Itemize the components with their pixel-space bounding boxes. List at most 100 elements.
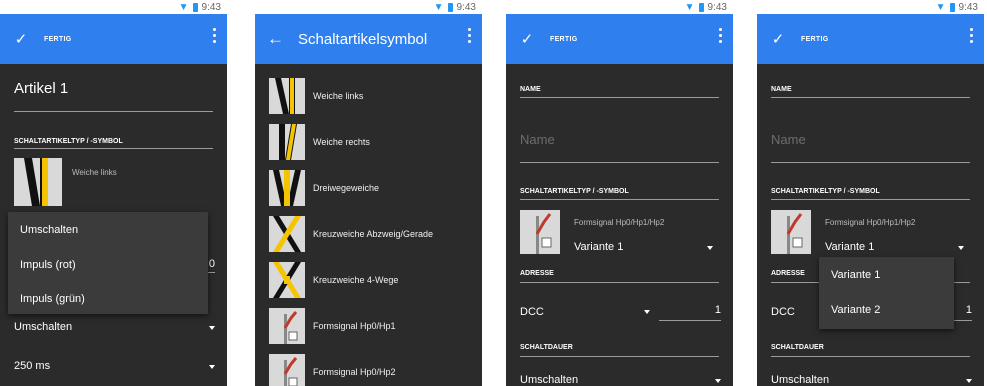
crossing-turnout-icon <box>269 216 305 252</box>
chevron-down-icon <box>966 379 972 383</box>
section-label-type-symbol: SCHALTARTIKELTYP / -SYMBOL <box>14 138 123 145</box>
address-underline <box>659 320 721 321</box>
done-check-icon[interactable]: ✓ <box>10 30 32 48</box>
address-label: ADRESSE <box>771 270 805 277</box>
symbol-label: Formsignal Hp0/Hp1/Hp2 <box>825 218 916 227</box>
done-button[interactable]: FERTIG <box>550 36 577 43</box>
overflow-menu-icon[interactable] <box>970 28 974 43</box>
menu-item-impuls-gruen[interactable]: Impuls (grün) <box>20 293 85 305</box>
battery-icon <box>949 2 955 12</box>
duration-label: SCHALTDAUER <box>520 344 573 351</box>
list-item-label: Weiche links <box>313 91 364 101</box>
name-input[interactable]: Name <box>771 132 806 147</box>
symbol-thumbnail[interactable] <box>14 158 62 206</box>
name-underline <box>771 162 970 163</box>
list-item[interactable]: Formsignal Hp0/Hp2 <box>255 349 482 386</box>
address-underline <box>952 320 972 321</box>
variant-dropdown[interactable]: Variante 1 <box>574 241 623 253</box>
overflow-menu-icon[interactable] <box>213 28 217 43</box>
list-item-label: Dreiwegeweiche <box>313 183 380 193</box>
screen-variant-select: ▼ 9:43 ✓ FERTIG NAME Name SCHALTARTIKELT… <box>757 0 984 386</box>
status-time: 9:43 <box>707 1 727 13</box>
list-item-label: Kreuzweiche Abzweig/Gerade <box>313 229 434 239</box>
wifi-icon: ▼ <box>684 1 695 13</box>
done-check-icon[interactable]: ✓ <box>516 30 538 48</box>
chevron-down-icon <box>958 246 964 250</box>
status-time: 9:43 <box>201 1 221 13</box>
chevron-down-icon <box>715 379 721 383</box>
section-label-type-symbol: SCHALTARTIKELTYP / -SYMBOL <box>771 188 880 195</box>
duration-dropdown[interactable]: Umschalten <box>771 374 829 386</box>
page-title: Schaltartikelsymbol <box>298 30 428 48</box>
name-field[interactable]: Artikel 1 <box>14 80 68 97</box>
symbol-label: Formsignal Hp0/Hp1/Hp2 <box>574 218 665 227</box>
protocol-dropdown[interactable]: DCC <box>520 306 544 318</box>
menu-item-variante-2[interactable]: Variante 2 <box>831 304 880 316</box>
symbol-label: Weiche links <box>72 168 117 177</box>
divider <box>520 199 719 200</box>
back-arrow-icon[interactable]: ← <box>267 29 284 49</box>
overflow-menu-icon[interactable] <box>719 28 723 43</box>
duration-dropdown[interactable]: 250 ms <box>14 360 50 372</box>
divider <box>771 97 970 98</box>
chevron-down-icon <box>644 310 650 314</box>
status-time: 9:43 <box>958 1 978 13</box>
status-bar: ▼ 9:43 <box>506 0 733 14</box>
list-item-label: Kreuzweiche 4-Wege <box>313 275 399 285</box>
status-bar: ▼ 9:43 <box>757 0 984 14</box>
turnout-right-icon <box>269 124 305 160</box>
semaphore-signal-icon <box>771 210 811 254</box>
name-underline <box>14 111 213 112</box>
list-item[interactable]: Weiche rechts <box>255 119 482 165</box>
three-way-turnout-icon <box>269 170 305 206</box>
symbol-thumbnail[interactable] <box>520 210 560 259</box>
chevron-down-icon <box>209 326 215 330</box>
variant-dropdown[interactable]: Variante 1 <box>825 241 874 253</box>
list-item[interactable]: Weiche links <box>255 73 482 119</box>
done-button[interactable]: FERTIG <box>44 36 71 43</box>
crossing-4way-icon <box>269 262 305 298</box>
list-item-label: Formsignal Hp0/Hp1 <box>313 321 396 331</box>
semaphore-signal-icon <box>269 354 305 386</box>
action-bar: ✓ FERTIG <box>757 14 984 64</box>
section-divider <box>14 148 213 149</box>
semaphore-signal-icon <box>269 308 305 344</box>
variant-popup-menu: Variante 1 Variante 2 <box>819 257 954 329</box>
mode-popup-menu: Umschalten Impuls (rot) Impuls (grün) <box>8 212 208 314</box>
done-button[interactable]: FERTIG <box>801 36 828 43</box>
divider <box>520 356 719 357</box>
action-bar: ✓ FERTIG <box>506 14 733 64</box>
list-item-label: Weiche rechts <box>313 137 370 147</box>
action-bar: ✓ FERTIG <box>0 14 227 64</box>
semaphore-signal-icon <box>520 210 560 254</box>
duration-dropdown[interactable]: Umschalten <box>520 374 578 386</box>
list-item[interactable]: Kreuzweiche Abzweig/Gerade <box>255 211 482 257</box>
chevron-down-icon <box>707 246 713 250</box>
list-item[interactable]: Dreiwegeweiche <box>255 165 482 211</box>
turnout-left-icon <box>269 78 305 114</box>
wifi-icon: ▼ <box>433 1 444 13</box>
list-item[interactable]: Kreuzweiche 4-Wege <box>255 257 482 303</box>
overflow-menu-icon[interactable] <box>468 28 472 43</box>
name-input[interactable]: Name <box>520 132 555 147</box>
battery-icon <box>192 2 198 12</box>
menu-item-impuls-rot[interactable]: Impuls (rot) <box>20 259 76 271</box>
name-label: NAME <box>771 86 792 93</box>
symbol-thumbnail[interactable] <box>771 210 811 259</box>
list-item-label: Formsignal Hp0/Hp2 <box>313 367 396 377</box>
address-label: ADRESSE <box>520 270 554 277</box>
done-check-icon[interactable]: ✓ <box>767 30 789 48</box>
protocol-dropdown[interactable]: DCC <box>771 306 795 318</box>
name-label: NAME <box>520 86 541 93</box>
divider <box>771 356 970 357</box>
section-label-type-symbol: SCHALTARTIKELTYP / -SYMBOL <box>520 188 629 195</box>
list-item[interactable]: Formsignal Hp0/Hp1 <box>255 303 482 349</box>
address-input[interactable]: 1 <box>715 304 721 316</box>
status-bar: ▼ 9:43 <box>0 0 227 14</box>
menu-item-umschalten[interactable]: Umschalten <box>20 224 78 236</box>
mode-dropdown[interactable]: Umschalten <box>14 321 72 333</box>
screen-new-article: ▼ 9:43 ✓ FERTIG NAME Name SCHALTARTIKELT… <box>506 0 733 386</box>
battery-icon <box>698 2 704 12</box>
menu-item-variante-1[interactable]: Variante 1 <box>831 269 880 281</box>
address-input[interactable]: 1 <box>966 304 972 316</box>
